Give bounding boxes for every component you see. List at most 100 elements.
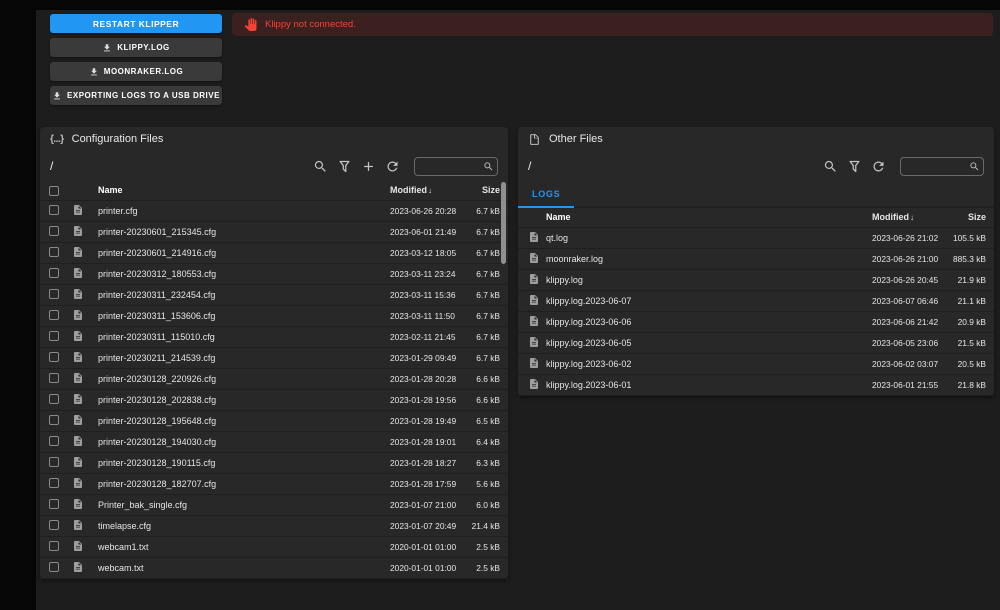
config-file-row[interactable]: printer-20230311_153606.cfg 2023-03-11 1… [40,305,508,327]
row-checkbox[interactable] [49,268,59,279]
file-icon [74,226,82,237]
other-file-row[interactable]: klippy.log.2023-06-02 2023-06-02 03:07 2… [518,353,994,375]
row-checkbox[interactable] [49,562,59,573]
config-add-file-button[interactable] [358,156,378,176]
name-column-header[interactable]: Name [98,181,390,201]
file-icon [530,358,538,369]
size-column-header[interactable]: Size [948,208,994,228]
row-checkbox[interactable] [49,457,59,468]
file-icon [74,436,82,447]
refresh-icon [387,161,397,171]
other-current-path[interactable]: / [528,159,531,173]
config-file-row[interactable]: printer-20230311_115010.cfg 2023-02-11 2… [40,326,508,348]
alert-message: Klippy not connected. [265,19,356,30]
file-modified: 2023-06-26 20:45 [872,269,948,291]
file-icon [530,337,538,348]
config-table-body: printer.cfg 2023-06-26 20:28 6.7 kB prin… [40,200,508,579]
config-file-row[interactable]: timelapse.cfg 2023-01-07 20:49 21.4 kB [40,515,508,537]
file-size: 21.1 kB [948,290,994,312]
config-file-row[interactable]: printer-20230311_232454.cfg 2023-03-11 1… [40,284,508,306]
file-modified: 2023-06-02 03:07 [872,353,948,375]
file-name: klippy.log.2023-06-01 [546,374,872,396]
config-file-row[interactable]: printer-20230128_182707.cfg 2023-01-28 1… [40,473,508,495]
config-file-row[interactable]: printer-20230312_180553.cfg 2023-03-11 2… [40,263,508,285]
name-column-header[interactable]: Name [546,208,872,228]
restart-klipper-button[interactable]: RESTART KLIPPER [50,14,222,33]
other-file-row[interactable]: klippy.log.2023-06-01 2023-06-01 21:55 2… [518,374,994,396]
config-file-row[interactable]: webcam.txt 2020-01-01 01:00 2.5 kB [40,557,508,579]
config-refresh-button[interactable] [382,156,402,176]
config-file-row[interactable]: printer-20230128_190115.cfg 2023-01-28 1… [40,452,508,474]
row-checkbox[interactable] [49,478,59,489]
other-table-header-row: Name Modified↓ Size [518,208,994,228]
config-file-row[interactable]: printer-20230128_202838.cfg 2023-01-28 1… [40,389,508,411]
file-modified: 2023-06-05 23:06 [872,332,948,354]
file-icon [530,274,538,285]
row-checkbox[interactable] [49,331,59,342]
scrollbar-thumb[interactable] [501,182,506,264]
file-modified: 2023-06-26 21:00 [872,248,948,270]
file-size: 2.5 kB [464,557,508,579]
file-size: 885.3 kB [948,248,994,270]
other-file-row[interactable]: klippy.log 2023-06-26 20:45 21.9 kB [518,269,994,291]
row-checkbox[interactable] [49,499,59,510]
other-file-row[interactable]: qt.log 2023-06-26 21:02 105.5 kB [518,227,994,249]
main-content: RESTART KLIPPER KLIPPY.LOG MOONRAKER.LOG… [36,10,1000,610]
config-current-path[interactable]: / [50,159,53,173]
config-search-input[interactable] [420,161,483,171]
file-name: klippy.log.2023-06-02 [546,353,872,375]
file-name: klippy.log.2023-06-05 [546,332,872,354]
row-checkbox[interactable] [49,226,59,237]
row-checkbox[interactable] [49,415,59,426]
config-file-row[interactable]: printer.cfg 2023-06-26 20:28 6.7 kB [40,200,508,222]
row-checkbox[interactable] [49,310,59,321]
file-icon [74,373,82,384]
tab-logs[interactable]: LOGS [518,181,575,208]
row-checkbox[interactable] [49,373,59,384]
config-file-row[interactable]: printer-20230128_195648.cfg 2023-01-28 1… [40,410,508,432]
file-icon [74,499,82,510]
config-file-row[interactable]: printer-20230128_194030.cfg 2023-01-28 1… [40,431,508,453]
file-icon [530,295,538,306]
file-icon [74,520,82,531]
modified-column-header[interactable]: Modified↓ [872,208,948,228]
row-checkbox[interactable] [49,352,59,363]
download-moonraker-log-button[interactable]: MOONRAKER.LOG [50,62,222,81]
other-filter-button[interactable] [844,156,864,176]
config-file-row[interactable]: webcam1.txt 2020-01-01 01:00 2.5 kB [40,536,508,558]
config-search-button[interactable] [310,156,330,176]
download-klippy-log-button[interactable]: KLIPPY.LOG [50,38,222,57]
file-icon [74,457,82,468]
other-file-row[interactable]: klippy.log.2023-06-07 2023-06-07 06:46 2… [518,290,994,312]
config-filter-button[interactable] [334,156,354,176]
file-modified: 2023-06-07 06:46 [872,290,948,312]
config-file-row[interactable]: printer-20230601_215345.cfg 2023-06-01 2… [40,221,508,243]
row-checkbox[interactable] [49,289,59,300]
row-checkbox[interactable] [49,247,59,258]
file-name: printer-20230601_214916.cfg [98,242,390,264]
other-search-button[interactable] [820,156,840,176]
icon-column-header [518,208,546,228]
row-checkbox[interactable] [49,394,59,405]
select-all-checkbox[interactable] [49,185,59,196]
row-checkbox[interactable] [49,436,59,447]
row-checkbox[interactable] [49,205,59,216]
file-name: printer-20230311_232454.cfg [98,284,390,306]
other-file-row[interactable]: klippy.log.2023-06-06 2023-06-06 21:42 2… [518,311,994,333]
export-logs-usb-button[interactable]: EXPORTING LOGS TO A USB DRIVE [50,86,222,105]
other-refresh-button[interactable] [868,156,888,176]
row-checkbox[interactable] [49,520,59,531]
file-modified: 2023-06-26 20:28 [390,200,464,222]
file-name: printer-20230128_190115.cfg [98,452,390,474]
other-file-row[interactable]: moonraker.log 2023-06-26 21:00 885.3 kB [518,248,994,270]
config-file-row[interactable]: printer-20230601_214916.cfg 2023-03-12 1… [40,242,508,264]
config-file-row[interactable]: printer-20230128_220926.cfg 2023-01-28 2… [40,368,508,390]
other-file-row[interactable]: klippy.log.2023-06-05 2023-06-05 23:06 2… [518,332,994,354]
config-file-row[interactable]: Printer_bak_single.cfg 2023-01-07 21:00 … [40,494,508,516]
config-file-row[interactable]: printer-20230211_214539.cfg 2023-01-29 0… [40,347,508,369]
modified-column-header[interactable]: Modified↓ [390,181,464,201]
file-icon [74,352,82,363]
other-search-input[interactable] [906,161,969,171]
row-checkbox[interactable] [49,541,59,552]
file-name: webcam1.txt [98,536,390,558]
